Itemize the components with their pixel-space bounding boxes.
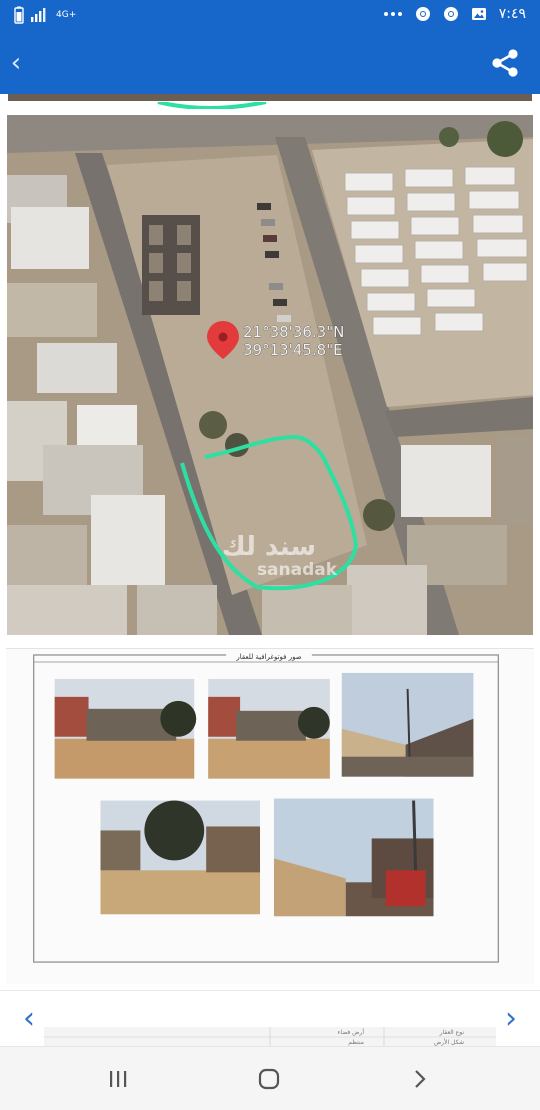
clock-time: ٧:٤٩ — [498, 6, 526, 22]
next-image-button[interactable]: › — [496, 1000, 526, 1036]
battery-icon — [14, 6, 24, 24]
coordinate-latitude: 21°38'36.3"N — [243, 323, 344, 341]
site-photo-1 — [54, 678, 197, 779]
chrome-icon — [415, 7, 430, 21]
site-photo-5 — [273, 798, 434, 917]
previous-image-edge — [8, 94, 532, 110]
phone-signal-icon — [31, 8, 46, 22]
coordinate-longitude: 39°13'45.8"E — [243, 341, 343, 359]
back-chevron-icon — [415, 1070, 426, 1088]
recents-icon — [110, 1071, 127, 1087]
next-document-preview: نوع العقار أرض فضاء شكل الأرض منتظم — [44, 1027, 496, 1046]
home-icon — [258, 1068, 280, 1090]
chevron-right-icon: › — [505, 1000, 517, 1036]
form-cell-regular: منتظم — [348, 1039, 364, 1046]
back-button[interactable]: ‹ — [2, 48, 30, 78]
form-cell-land-shape: شكل الأرض — [434, 1038, 464, 1046]
photos-document-title: صور فوتوغرافية للعقار — [235, 653, 301, 661]
carousel-nav: ‹ نوع العقار أرض فضاء شكل الأرض منتظم › — [0, 990, 540, 1046]
site-photo-4 — [100, 800, 261, 915]
chevron-left-icon: ‹ — [10, 48, 22, 78]
network-type-label: 4G+ — [56, 9, 77, 20]
satellite-map-image[interactable]: 21°38'36.3"N 39°13'45.8"E سند لك sanadak — [7, 115, 533, 635]
previous-image-button[interactable]: ‹ — [14, 1000, 44, 1036]
system-navigation-bar — [0, 1046, 540, 1110]
watermark-arabic: سند لك — [222, 532, 316, 562]
property-photos-document[interactable]: صور فوتوغرافية للعقار — [6, 648, 534, 984]
more-dots-icon — [383, 12, 402, 16]
chevron-left-icon: ‹ — [23, 1000, 35, 1036]
status-right: ٧:٤٩ — [383, 6, 526, 22]
recents-button[interactable] — [98, 1061, 138, 1097]
watermark-english: sanadak — [257, 560, 338, 580]
form-cell-property-type: نوع العقار — [439, 1029, 465, 1036]
home-button[interactable] — [249, 1061, 289, 1097]
site-photo-3 — [341, 672, 474, 777]
system-back-button[interactable] — [400, 1061, 440, 1097]
form-cell-vacant-land: أرض فضاء — [338, 1028, 365, 1036]
app-bar: ‹ — [0, 32, 540, 94]
share-icon[interactable] — [488, 46, 522, 80]
chrome-icon — [443, 7, 458, 21]
status-left: 4G+ — [14, 6, 76, 24]
image-gallery[interactable]: 21°38'36.3"N 39°13'45.8"E سند لك sanadak… — [0, 94, 540, 1046]
gallery-icon — [471, 8, 486, 20]
site-photo-2 — [208, 678, 330, 779]
status-bar: 4G+ ٧:٤٩ — [0, 0, 540, 32]
